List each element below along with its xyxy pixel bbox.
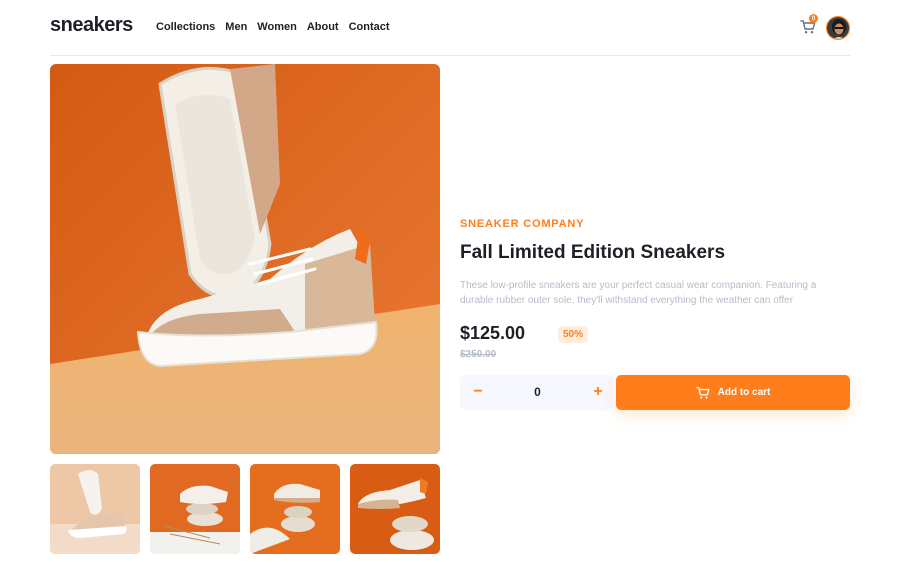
quantity-stepper: − 0 + (460, 375, 613, 410)
purchase-controls: − 0 + Add to cart (460, 375, 850, 410)
nav-link-women[interactable]: Women (257, 21, 297, 33)
product-title: Fall Limited Edition Sneakers (460, 242, 726, 263)
thumbnail-3[interactable] (250, 464, 340, 554)
thumbnail-2[interactable] (150, 464, 240, 554)
user-avatar[interactable] (826, 16, 850, 40)
thumbnail-strip (50, 464, 440, 554)
product-description: These low-profile sneakers are your perf… (460, 280, 817, 306)
thumbnail-image-1 (50, 464, 140, 554)
company-name: Sneaker Company (460, 218, 585, 230)
thumbnail-image-4 (350, 464, 440, 554)
nav-link-about[interactable]: About (307, 21, 339, 33)
thumbnail-1[interactable] (50, 464, 140, 554)
discount-badge: 50% (558, 326, 589, 343)
add-to-cart-label: Add to cart (717, 387, 771, 398)
site-header: sneakers Collections Men Women About Con… (50, 0, 850, 56)
original-price: $250.00 (460, 349, 497, 360)
quantity-value: 0 (534, 385, 541, 399)
add-to-cart-button[interactable]: Add to cart (616, 375, 850, 410)
nav-link-contact[interactable]: Contact (349, 21, 390, 33)
thumbnail-image-2 (150, 464, 240, 554)
sneaker-photo (50, 64, 440, 454)
thumbnail-image-3 (250, 464, 340, 554)
nav-link-collections[interactable]: Collections (156, 21, 215, 33)
logo[interactable]: sneakers (50, 14, 133, 37)
thumbnail-4[interactable] (350, 464, 440, 554)
cart-count-badge: 0 (809, 14, 818, 23)
main-nav: Collections Men Women About Contact (156, 21, 390, 33)
avatar-image (827, 17, 849, 39)
nav-link-men[interactable]: Men (225, 21, 247, 33)
main-product-image[interactable] (50, 64, 440, 454)
decrease-quantity-button[interactable]: − (468, 382, 488, 402)
increase-quantity-button[interactable]: + (588, 382, 608, 402)
current-price: $125.00 (460, 323, 526, 343)
cart-button[interactable]: 0 (800, 14, 818, 35)
price-row: $125.00 50% (460, 323, 850, 349)
cart-icon (695, 386, 710, 399)
product-info: Sneaker Company Fall Limited Edition Sne… (460, 218, 850, 410)
